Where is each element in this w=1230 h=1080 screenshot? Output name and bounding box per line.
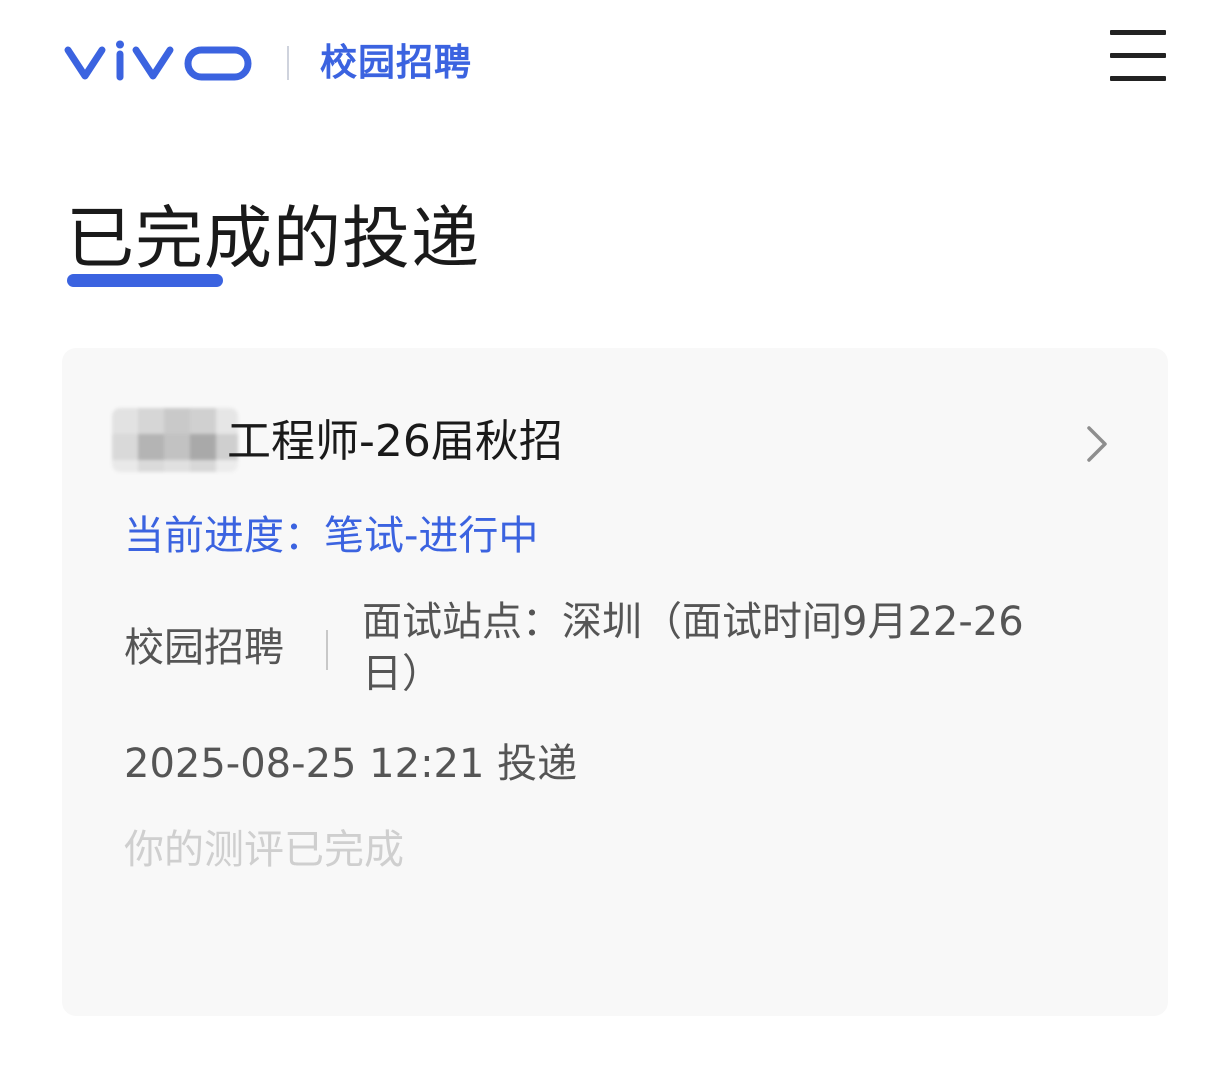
progress-label: 当前进度：: [124, 513, 324, 559]
site-subtitle[interactable]: 校园招聘: [320, 40, 472, 86]
title-underline-accent: [67, 274, 223, 287]
menu-bar-top: [1110, 30, 1166, 35]
vivo-logo[interactable]: [62, 40, 254, 84]
menu-bar-middle: [1110, 53, 1166, 58]
job-title[interactable]: 工程师-26届秋招: [227, 414, 563, 470]
meta-divider: [326, 630, 328, 670]
interview-site: 面试站点：深圳（面试时间9月22-26日）: [362, 599, 1024, 697]
hamburger-menu-icon[interactable]: [1108, 30, 1168, 84]
page-title: 已完成的投递: [66, 200, 481, 279]
menu-bar-bottom: [1110, 76, 1166, 81]
application-list-page: 校园招聘 已完成的投递 工程师-26届秋招 当前进度：笔试-进行中 校园招聘 面…: [0, 0, 1230, 1080]
progress-value: 笔试-进行中: [324, 513, 539, 559]
submission-time: 2025-08-25 12:21 投递: [124, 741, 578, 787]
application-card[interactable]: 工程师-26届秋招 当前进度：笔试-进行中 校园招聘 面试站点：深圳（面试时间9…: [62, 348, 1168, 1016]
chevron-right-icon[interactable]: [1084, 424, 1110, 464]
evaluation-status: 你的测评已完成: [124, 827, 404, 873]
redacted-job-name: [112, 408, 238, 472]
header: 校园招聘: [0, 0, 1230, 125]
header-divider: [287, 46, 289, 80]
recruitment-channel: 校园招聘: [124, 625, 284, 671]
progress-status: 当前进度：笔试-进行中: [124, 510, 538, 562]
